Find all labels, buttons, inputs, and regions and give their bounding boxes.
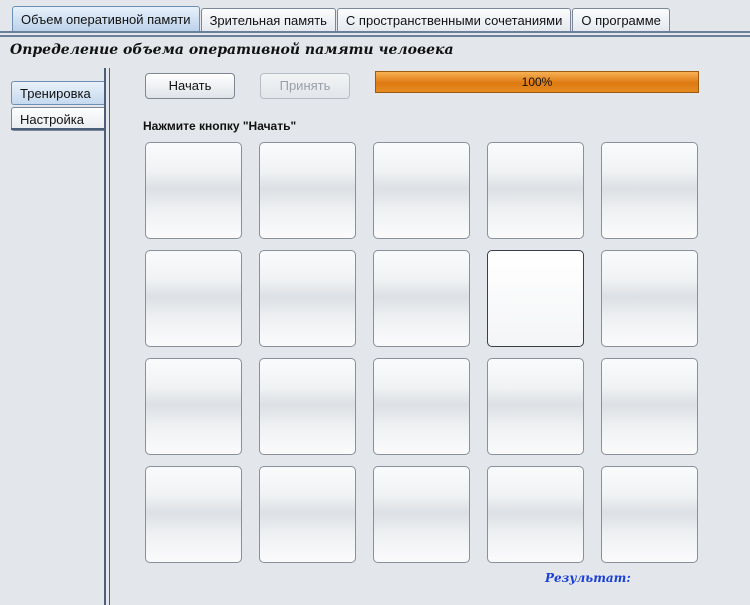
- grid-cell[interactable]: [259, 142, 356, 239]
- grid-cell[interactable]: [487, 142, 584, 239]
- grid-cell[interactable]: [259, 250, 356, 347]
- grid-cell[interactable]: [487, 250, 584, 347]
- grid-cell[interactable]: [487, 358, 584, 455]
- tab-working-memory[interactable]: Объем оперативной памяти: [12, 6, 200, 32]
- tab-bar-divider-secondary: [0, 35, 750, 37]
- tab-about[interactable]: О программе: [572, 8, 670, 32]
- grid-cell[interactable]: [145, 250, 242, 347]
- grid-cell[interactable]: [601, 358, 698, 455]
- grid-cell[interactable]: [373, 250, 470, 347]
- side-tab-training[interactable]: Тренировка: [11, 81, 105, 105]
- grid-cell[interactable]: [145, 358, 242, 455]
- tab-spatial-combinations[interactable]: С пространственными сочетаниями: [336, 8, 572, 32]
- page-title: Определение объема оперативной памяти че…: [10, 42, 454, 58]
- result-label: Результат:: [545, 571, 631, 585]
- grid-cell[interactable]: [373, 142, 470, 239]
- memory-grid: [145, 142, 698, 563]
- grid-cell[interactable]: [601, 250, 698, 347]
- grid-cell[interactable]: [259, 466, 356, 563]
- side-panel-border-secondary: [109, 68, 110, 605]
- grid-cell[interactable]: [145, 466, 242, 563]
- progress-bar: 100%: [375, 71, 699, 93]
- progress-text: 100%: [521, 75, 553, 89]
- grid-cell[interactable]: [373, 358, 470, 455]
- tab-bar-divider: [0, 31, 750, 33]
- grid-cell[interactable]: [145, 142, 242, 239]
- tab-visual-memory[interactable]: Зрительная память: [200, 8, 336, 32]
- accept-button[interactable]: Принять: [260, 73, 350, 99]
- grid-cell[interactable]: [259, 358, 356, 455]
- grid-cell[interactable]: [601, 466, 698, 563]
- side-panel-border: [104, 68, 106, 605]
- instruction-text: Нажмите кнопку "Начать": [143, 119, 297, 133]
- side-tab-bar: Тренировка Настройка: [11, 81, 105, 133]
- start-button[interactable]: Начать: [145, 73, 235, 99]
- side-tab-divider: [11, 128, 105, 130]
- grid-cell[interactable]: [487, 466, 584, 563]
- grid-cell[interactable]: [373, 466, 470, 563]
- main-tab-bar: Объем оперативной памяти Зрительная памя…: [12, 6, 671, 32]
- grid-cell[interactable]: [601, 142, 698, 239]
